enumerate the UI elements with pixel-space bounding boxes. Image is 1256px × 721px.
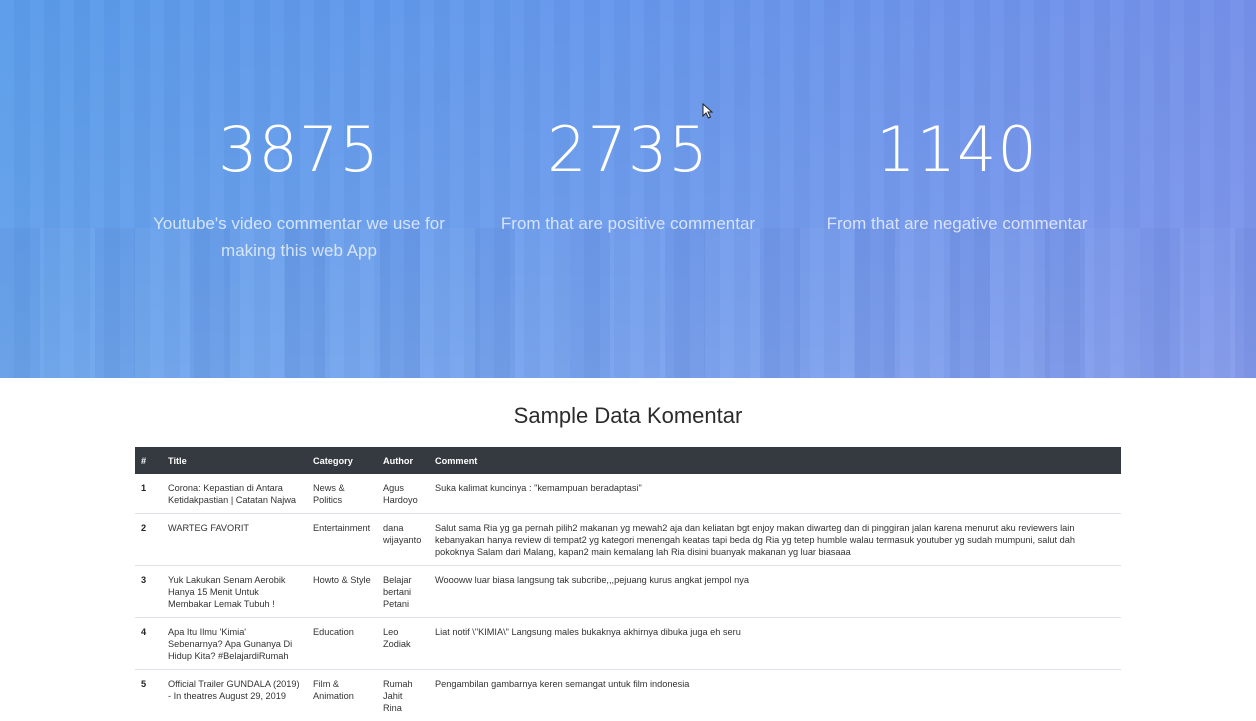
stat-number: 2735 bbox=[463, 110, 793, 190]
stat-label: From that are positive commentar bbox=[463, 210, 793, 237]
row-comment: Woooww luar biasa langsung tak subcribe,… bbox=[429, 566, 1121, 618]
header-comment: Comment bbox=[429, 447, 1121, 474]
row-category: Howto & Style bbox=[307, 566, 377, 618]
header-category: Category bbox=[307, 447, 377, 474]
stat-number: 3875 bbox=[134, 110, 464, 190]
header-number: # bbox=[135, 447, 162, 474]
row-title: Yuk Lakukan Senam Aerobik Hanya 15 Menit… bbox=[162, 566, 307, 618]
row-author: dana wijayanto bbox=[377, 514, 429, 566]
comments-table: # Title Category Author Comment 1 Corona… bbox=[135, 447, 1121, 721]
row-category: News & Politics bbox=[307, 474, 377, 514]
stat-label: From that are negative commentar bbox=[792, 210, 1122, 237]
row-author: Rumah Jahit Rina bbox=[377, 670, 429, 721]
row-comment: Pengambilan gambarnya keren semangat unt… bbox=[429, 670, 1121, 721]
mouse-cursor-icon bbox=[702, 103, 714, 119]
table-header-row: # Title Category Author Comment bbox=[135, 447, 1121, 474]
table-row: 5 Official Trailer GUNDALA (2019) - In t… bbox=[135, 670, 1121, 721]
header-author: Author bbox=[377, 447, 429, 474]
row-author: Belajar bertani Petani bbox=[377, 566, 429, 618]
stat-number: 1140 bbox=[792, 110, 1122, 190]
row-title: Official Trailer GUNDALA (2019) - In the… bbox=[162, 670, 307, 721]
row-comment: Liat notif \"KIMIA\" Langsung males buka… bbox=[429, 618, 1121, 670]
stat-total-comments: 3875 Youtube's video commentar we use fo… bbox=[134, 110, 464, 264]
hero-banner: 3875 Youtube's video commentar we use fo… bbox=[0, 0, 1256, 378]
table-row: 3 Yuk Lakukan Senam Aerobik Hanya 15 Men… bbox=[135, 566, 1121, 618]
row-number: 1 bbox=[135, 474, 162, 514]
row-comment: Salut sama Ria yg ga pernah pilih2 makan… bbox=[429, 514, 1121, 566]
row-comment: Suka kalimat kuncinya : "kemampuan berad… bbox=[429, 474, 1121, 514]
table-row: 1 Corona: Kepastian di Antara Ketidakpas… bbox=[135, 474, 1121, 514]
row-author: Agus Hardoyo bbox=[377, 474, 429, 514]
table-row: 4 Apa Itu Ilmu 'Kimia' Sebenarnya? Apa G… bbox=[135, 618, 1121, 670]
table-row: 2 WARTEG FAVORIT Entertainment dana wija… bbox=[135, 514, 1121, 566]
row-category: Entertainment bbox=[307, 514, 377, 566]
row-number: 2 bbox=[135, 514, 162, 566]
stat-label: Youtube's video commentar we use for mak… bbox=[134, 210, 464, 264]
header-title: Title bbox=[162, 447, 307, 474]
stat-negative-comments: 1140 From that are negative commentar bbox=[792, 110, 1122, 237]
row-category: Education bbox=[307, 618, 377, 670]
row-category: Film & Animation bbox=[307, 670, 377, 721]
stat-positive-comments: 2735 From that are positive commentar bbox=[463, 110, 793, 237]
section-title: Sample Data Komentar bbox=[0, 400, 1256, 432]
row-number: 4 bbox=[135, 618, 162, 670]
row-author: Leo Zodiak bbox=[377, 618, 429, 670]
row-number: 3 bbox=[135, 566, 162, 618]
row-title: Apa Itu Ilmu 'Kimia' Sebenarnya? Apa Gun… bbox=[162, 618, 307, 670]
row-number: 5 bbox=[135, 670, 162, 721]
row-title: Corona: Kepastian di Antara Ketidakpasti… bbox=[162, 474, 307, 514]
row-title: WARTEG FAVORIT bbox=[162, 514, 307, 566]
